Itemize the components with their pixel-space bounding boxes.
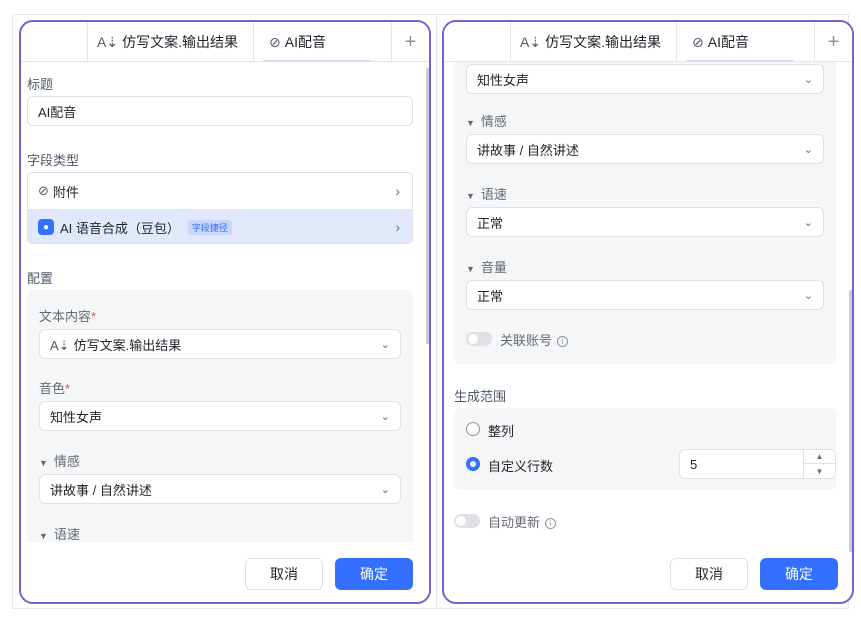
field-type-ai-voice[interactable]: ● AI 语音合成（豆包） 字段捷径 › [28, 209, 412, 243]
auto-update-toggle[interactable] [454, 514, 480, 528]
volume-select[interactable]: 正常 ⌄ [466, 280, 824, 310]
plus-icon: + [827, 30, 840, 53]
range-custom-radio[interactable] [466, 457, 480, 471]
field-type-list: ⊘ 附件 › ● AI 语音合成（豆包） 字段捷径 › [27, 172, 413, 244]
chevron-down-icon: ⌄ [380, 483, 390, 496]
link-account-label: 关联账号 i [500, 330, 569, 349]
speed-value: 正常 [477, 215, 504, 231]
attachment-plus-icon: ⊘ [38, 183, 49, 198]
voice-value: 知性女声 [477, 72, 530, 88]
emotion-value: 讲故事 / 自然讲述 [50, 482, 152, 498]
speed-toggle[interactable]: ▼ 语速 [39, 524, 80, 543]
tab-divider [253, 22, 254, 62]
info-icon: i [545, 518, 557, 530]
chevron-right-icon: › [395, 219, 400, 235]
tab-label: 仿写文案.输出结果 [545, 34, 661, 50]
range-whole-radio[interactable] [466, 422, 480, 436]
range-custom-label: 自定义行数 [488, 459, 554, 474]
confirm-button[interactable]: 确定 [760, 558, 838, 590]
text-content-select[interactable]: A⇣ 仿写文案.输出结果 ⌄ [39, 329, 401, 359]
tab-divider [510, 22, 511, 62]
speed-select[interactable]: 正常 ⌄ [466, 207, 824, 237]
formula-icon: A⇣ [50, 337, 70, 353]
field-type-label: AI 语音合成（豆包） [60, 220, 180, 236]
triangle-down-icon: ▼ [466, 191, 475, 201]
formula-icon: A⇣ [520, 33, 542, 50]
emotion-select[interactable]: 讲故事 / 自然讲述 ⌄ [466, 134, 824, 164]
text-content-label: 文本内容* [39, 309, 97, 324]
title-input[interactable]: AI配音 [27, 96, 413, 126]
range-label: 生成范围 [454, 389, 507, 404]
tab-copywriting-output[interactable]: A⇣ 仿写文案.输出结果 [97, 22, 238, 62]
cancel-button[interactable]: 取消 [245, 558, 323, 590]
voice-label: 音色* [39, 381, 71, 396]
emotion-select[interactable]: 讲故事 / 自然讲述 ⌄ [39, 474, 401, 504]
tab-label: AI配音 [707, 34, 749, 50]
scrollbar[interactable] [849, 290, 852, 552]
field-type-attachment[interactable]: ⊘ 附件 › [28, 173, 412, 209]
chevron-down-icon: ⌄ [803, 73, 813, 86]
speed-toggle[interactable]: ▼ 语速 [466, 184, 507, 203]
voice-select[interactable]: 知性女声 ⌄ [466, 64, 824, 94]
tab-ai-voice[interactable]: ⊘ AI配音 [269, 22, 326, 62]
stepper-down-icon[interactable]: ▼ [804, 464, 835, 478]
tab-divider [87, 22, 88, 62]
config-label: 配置 [27, 271, 54, 286]
info-icon: i [557, 336, 569, 348]
right-panel: A⇣ 仿写文案.输出结果 ⊘ AI配音 + 知性女声 ⌄ ▼ 情感 讲故事 / 自… [442, 20, 854, 604]
volume-toggle[interactable]: ▼ 音量 [466, 257, 507, 276]
field-type-label: 附件 [52, 184, 79, 200]
scrollbar[interactable] [426, 68, 429, 344]
chevron-right-icon: › [395, 183, 400, 199]
voice-select[interactable]: 知性女声 ⌄ [39, 401, 401, 431]
tab-label: 仿写文案.输出结果 [122, 34, 238, 50]
ai-voice-icon: ● [38, 219, 54, 235]
shortcut-tag: 字段捷径 [187, 219, 232, 235]
add-tab-button[interactable]: + [814, 22, 852, 62]
attachment-icon: ⊘ [269, 33, 281, 50]
stepper-up-icon[interactable]: ▲ [804, 450, 835, 464]
emotion-toggle[interactable]: ▼ 情感 [466, 111, 507, 130]
tab-bar: A⇣ 仿写文案.输出结果 ⊘ AI配音 + [21, 22, 429, 62]
formula-icon: A⇣ [97, 33, 119, 50]
emotion-toggle[interactable]: ▼ 情感 [39, 451, 80, 470]
rows-value: 5 [690, 456, 698, 472]
field-type-label: 字段类型 [27, 153, 80, 168]
chevron-down-icon: ⌄ [803, 216, 813, 229]
add-tab-button[interactable]: + [391, 22, 429, 62]
attachment-icon: ⊘ [692, 33, 704, 50]
link-account-toggle[interactable] [466, 332, 492, 346]
plus-icon: + [404, 30, 417, 53]
auto-update-label: 自动更新 i [488, 512, 557, 531]
cancel-button[interactable]: 取消 [670, 558, 748, 590]
confirm-button[interactable]: 确定 [335, 558, 413, 590]
voice-value: 知性女声 [50, 409, 103, 425]
title-label: 标题 [27, 77, 54, 92]
triangle-down-icon: ▼ [466, 118, 475, 128]
panel-separator [436, 14, 437, 609]
chevron-down-icon: ⌄ [380, 410, 390, 423]
emotion-value: 讲故事 / 自然讲述 [477, 142, 579, 158]
triangle-down-icon: ▼ [39, 458, 48, 468]
tab-copywriting-output[interactable]: A⇣ 仿写文案.输出结果 [520, 22, 661, 62]
tab-divider [676, 22, 677, 62]
tab-label: AI配音 [284, 34, 326, 50]
left-panel: A⇣ 仿写文案.输出结果 ⊘ AI配音 + 标题 AI配音 字段类型 ⊘ 附件 … [19, 20, 431, 604]
chevron-down-icon: ⌄ [803, 143, 813, 156]
tab-bar: A⇣ 仿写文案.输出结果 ⊘ AI配音 + [444, 22, 852, 62]
text-content-value: A⇣ 仿写文案.输出结果 [50, 337, 182, 353]
triangle-down-icon: ▼ [39, 531, 48, 541]
chevron-down-icon: ⌄ [803, 289, 813, 302]
rows-stepper[interactable]: 5 ▲ ▼ [679, 449, 836, 479]
triangle-down-icon: ▼ [466, 264, 475, 274]
stepper-controls: ▲ ▼ [803, 450, 835, 478]
title-input-value: AI配音 [38, 104, 77, 120]
chevron-down-icon: ⌄ [380, 338, 390, 351]
active-tab-indicator [263, 60, 371, 62]
range-whole-label: 整列 [488, 424, 515, 439]
tab-ai-voice[interactable]: ⊘ AI配音 [692, 22, 749, 62]
volume-value: 正常 [477, 288, 504, 304]
